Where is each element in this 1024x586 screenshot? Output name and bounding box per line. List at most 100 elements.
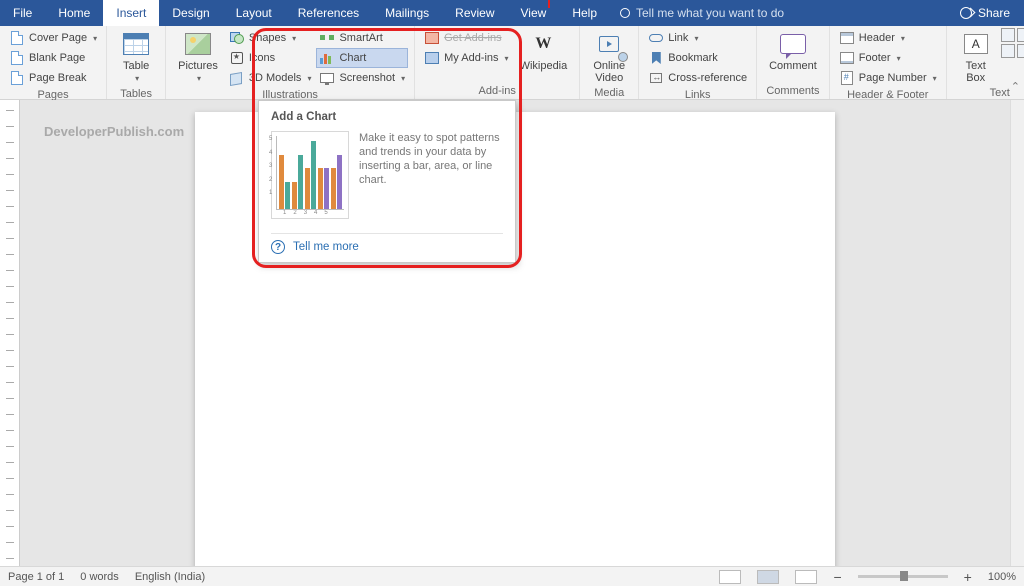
group-addins: Get Add-ins My Add-ins ▾ W Wikipedia Add…: [415, 26, 580, 99]
textbox-label: Text Box: [966, 60, 986, 84]
status-page[interactable]: Page 1 of 1: [8, 571, 64, 583]
zoom-level[interactable]: 100%: [988, 571, 1016, 583]
icons-label: Icons: [249, 52, 275, 64]
get-addins-button[interactable]: Get Add-ins: [421, 28, 511, 48]
table-label: Table: [123, 60, 149, 72]
chevron-down-icon: ▾: [901, 34, 905, 43]
group-pages: Cover Page▾ Blank Page Page Break Pages: [0, 26, 107, 99]
page-number-label: Page Number: [859, 72, 927, 84]
video-icon: [594, 30, 624, 58]
pictures-label: Pictures: [178, 60, 218, 72]
tab-layout[interactable]: Layout: [223, 0, 285, 26]
smartart-label: SmartArt: [339, 32, 382, 44]
datetime-button[interactable]: [1017, 44, 1024, 58]
wikipedia-label: Wikipedia: [520, 60, 568, 72]
tab-insert[interactable]: Insert: [103, 0, 159, 26]
vertical-ruler[interactable]: [0, 100, 20, 566]
addin-icon: [424, 30, 440, 46]
wikipedia-button[interactable]: W Wikipedia: [514, 28, 574, 74]
cover-page-button[interactable]: Cover Page ▾: [6, 28, 100, 48]
tab-review[interactable]: Review: [442, 0, 507, 26]
tab-view[interactable]: View: [508, 0, 560, 26]
help-icon: ?: [271, 240, 285, 254]
zoom-slider[interactable]: [858, 575, 948, 578]
group-media: Online Video Media: [580, 26, 639, 99]
my-addins-button[interactable]: My Add-ins ▾: [421, 48, 511, 68]
link-button[interactable]: Link▾: [645, 28, 750, 48]
footer-label: Footer: [859, 52, 891, 64]
chart-tooltip: Add a Chart 54321 12345 Make it easy to …: [258, 100, 516, 263]
icons-button[interactable]: Icons: [226, 48, 315, 68]
cross-ref-icon: [648, 70, 664, 86]
bookmark-button[interactable]: Bookmark: [645, 48, 750, 68]
bulb-icon: [620, 8, 630, 18]
screenshot-button[interactable]: Screenshot▾: [316, 68, 408, 88]
comment-icon: [778, 30, 808, 58]
tell-me-more-link[interactable]: ? Tell me more: [271, 233, 503, 254]
group-label-media: Media: [586, 86, 632, 101]
screenshot-icon: [319, 70, 335, 86]
chart-icon: [319, 50, 335, 66]
tab-design[interactable]: Design: [159, 0, 222, 26]
chevron-down-icon: ▾: [292, 34, 296, 43]
tab-mailings[interactable]: Mailings: [372, 0, 442, 26]
comment-button[interactable]: Comment: [763, 28, 823, 74]
textbox-button[interactable]: Text Box: [953, 28, 999, 86]
vertical-scrollbar[interactable]: [1010, 100, 1024, 566]
chevron-down-icon: ▾: [505, 54, 509, 63]
smartart-button[interactable]: SmartArt: [316, 28, 408, 48]
zoom-out-button[interactable]: −: [833, 569, 841, 585]
group-label-addins: Add-ins: [421, 84, 573, 99]
cross-reference-button[interactable]: Cross-reference: [645, 68, 750, 88]
pictures-icon: [183, 30, 213, 58]
tab-references[interactable]: References: [285, 0, 372, 26]
header-button[interactable]: Header ▾: [836, 28, 940, 48]
group-comments: Comment Comments: [757, 26, 830, 99]
chevron-down-icon: ▾: [93, 34, 97, 43]
view-web-layout[interactable]: [795, 570, 817, 584]
page-number-button[interactable]: Page Number▾: [836, 68, 940, 88]
blank-page-label: Blank Page: [29, 52, 85, 64]
view-read-mode[interactable]: [719, 570, 741, 584]
collapse-ribbon-button[interactable]: ⌃: [1011, 80, 1020, 93]
footer-icon: [839, 50, 855, 66]
pictures-button[interactable]: Pictures▾: [172, 28, 224, 87]
header-label: Header: [859, 32, 895, 44]
ribbon-insert: Cover Page▾ Blank Page Page Break Pages …: [0, 26, 1024, 100]
chart-button[interactable]: Chart: [316, 48, 408, 68]
tell-me-label: Tell me what you want to do: [636, 6, 784, 20]
tab-file[interactable]: File: [0, 0, 45, 26]
blank-page-button[interactable]: Blank Page: [6, 48, 100, 68]
tab-help[interactable]: Help: [559, 0, 610, 26]
shapes-button[interactable]: Shapes▾: [226, 28, 315, 48]
status-language[interactable]: English (India): [135, 571, 205, 583]
table-icon: [121, 30, 151, 58]
cover-page-label: Cover Page: [29, 32, 87, 44]
wordart-button[interactable]: [1017, 28, 1024, 42]
link-label: Link: [668, 32, 688, 44]
tooltip-chart-preview: 54321 12345: [271, 131, 349, 219]
addin-icon: [424, 50, 440, 66]
my-addins-label: My Add-ins: [444, 52, 498, 64]
status-words[interactable]: 0 words: [80, 571, 119, 583]
quick-parts-button[interactable]: [1001, 28, 1015, 42]
online-video-button[interactable]: Online Video: [586, 28, 632, 86]
chevron-down-icon: ▾: [897, 54, 901, 63]
chevron-down-icon: ▾: [307, 74, 311, 83]
status-bar: Page 1 of 1 0 words English (India) − + …: [0, 566, 1024, 586]
3d-models-button[interactable]: 3D Models ▾: [226, 68, 315, 88]
signature-button[interactable]: [1001, 44, 1015, 58]
3d-models-label: 3D Models: [249, 72, 302, 84]
view-print-layout[interactable]: [757, 570, 779, 584]
page-break-button[interactable]: Page Break: [6, 68, 100, 88]
footer-button[interactable]: Footer ▾: [836, 48, 940, 68]
chevron-down-icon: ▾: [135, 74, 139, 83]
share-button[interactable]: Share: [946, 0, 1024, 26]
zoom-in-button[interactable]: +: [964, 569, 972, 585]
get-addins-label: Get Add-ins: [444, 32, 501, 44]
tooltip-title: Add a Chart: [271, 111, 503, 123]
table-button[interactable]: Table ▾: [113, 28, 159, 87]
wikipedia-icon: W: [528, 30, 558, 58]
tab-home[interactable]: Home: [45, 0, 103, 26]
tell-me-search[interactable]: Tell me what you want to do: [610, 0, 794, 26]
